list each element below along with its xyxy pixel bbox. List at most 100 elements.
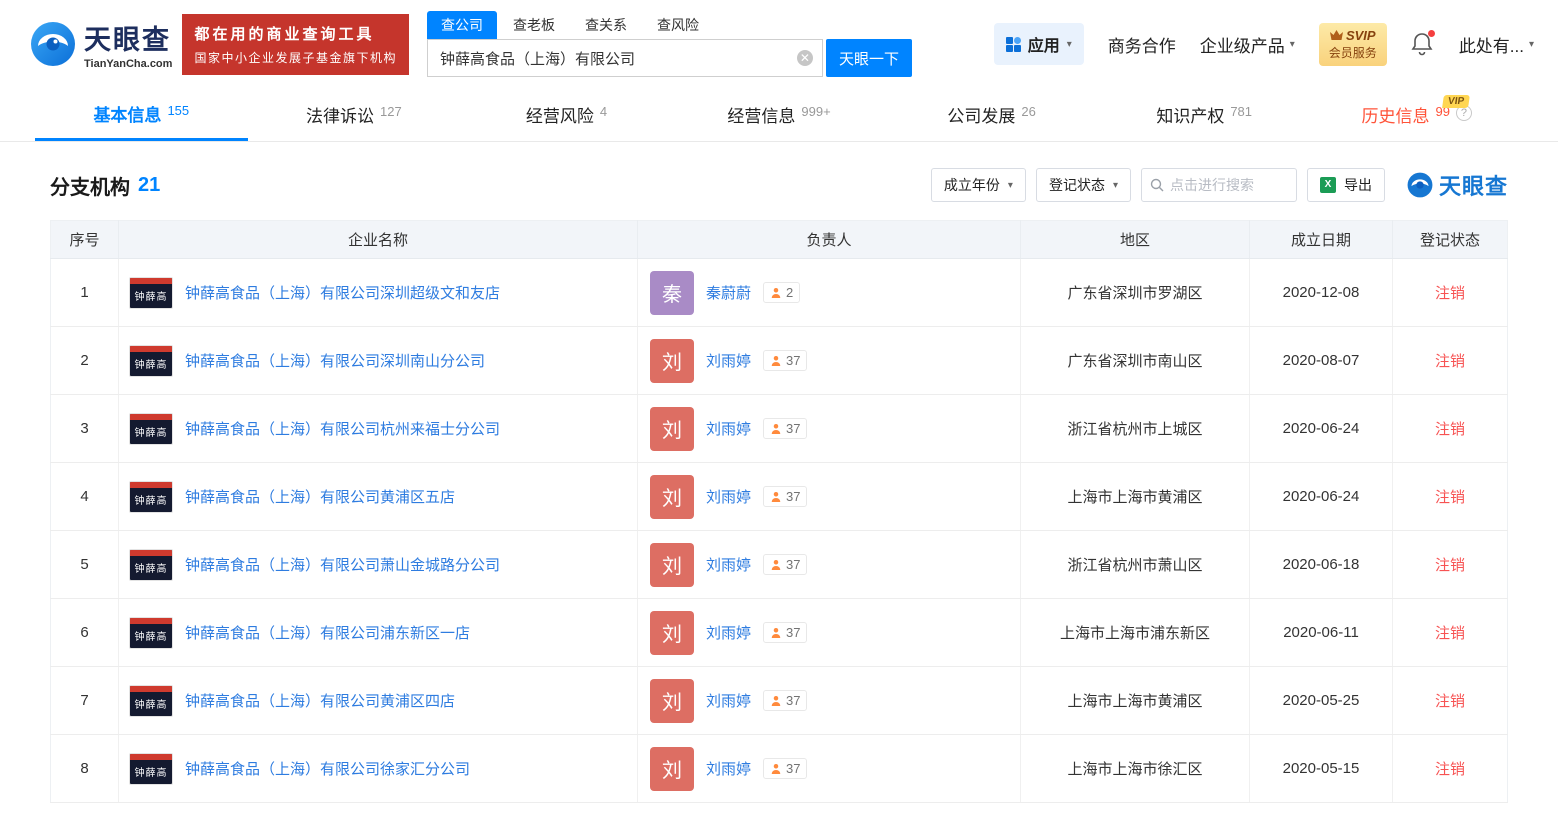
partner-count: 37 — [786, 693, 800, 708]
export-button[interactable]: X 导出 — [1307, 168, 1385, 202]
partner-count: 37 — [786, 761, 800, 776]
tab-legal-proceedings[interactable]: 法律诉讼 127 — [248, 88, 461, 141]
tab-label: 基本信息 — [93, 101, 161, 126]
person-name-link[interactable]: 秦蔚蔚 — [706, 282, 751, 303]
table-search-input[interactable] — [1170, 177, 1280, 193]
company-logo: 钟薛高 — [129, 617, 173, 649]
company-name-link[interactable]: 钟薛高食品（上海）有限公司黄浦区五店 — [185, 486, 455, 507]
partner-count-badge[interactable]: 37 — [763, 350, 807, 371]
person-name-link[interactable]: 刘雨婷 — [706, 690, 751, 711]
crown-icon — [1330, 30, 1343, 40]
partner-count-badge[interactable]: 37 — [763, 418, 807, 439]
company-name-link[interactable]: 钟薛高食品（上海）有限公司黄浦区四店 — [185, 690, 455, 711]
person-avatar[interactable]: 刘 — [650, 747, 694, 791]
partner-count-badge[interactable]: 37 — [763, 554, 807, 575]
person-name-link[interactable]: 刘雨婷 — [706, 554, 751, 575]
person-name-link[interactable]: 刘雨婷 — [706, 350, 751, 371]
search-button[interactable]: 天眼一下 — [826, 39, 912, 77]
chevron-down-icon: ▾ — [1008, 180, 1013, 191]
filter-establish-year[interactable]: 成立年份 ▾ — [931, 168, 1026, 202]
company-name-link[interactable]: 钟薛高食品（上海）有限公司徐家汇分公司 — [185, 758, 470, 779]
company-name-link[interactable]: 钟薛高食品（上海）有限公司浦东新区一店 — [185, 622, 470, 643]
partner-badge-icon — [770, 491, 782, 503]
search-icon — [1150, 178, 1164, 192]
company-logo: 钟薛高 — [129, 685, 173, 717]
table-controls: 成立年份 ▾ 登记状态 ▾ X 导出 — [931, 168, 1508, 202]
watermark-logo: 天眼查 — [1407, 169, 1508, 201]
search-tab-company[interactable]: 查公司 — [427, 11, 497, 39]
person-name-link[interactable]: 刘雨婷 — [706, 758, 751, 779]
region-cell: 浙江省杭州市萧山区 — [1021, 531, 1250, 599]
filter-registration-status[interactable]: 登记状态 ▾ — [1036, 168, 1131, 202]
svip-member-button[interactable]: SVIP 会员服务 — [1319, 23, 1387, 66]
table-header-row: 序号 企业名称 负责人 地区 成立日期 登记状态 — [51, 221, 1508, 259]
company-name-link[interactable]: 钟薛高食品（上海）有限公司萧山金城路分公司 — [185, 554, 500, 575]
tab-operation-risk[interactable]: 经营风险 4 — [460, 88, 673, 141]
partner-badge-icon — [770, 695, 782, 707]
partner-badge-icon — [770, 627, 782, 639]
account-menu[interactable]: 此处有... ▾ — [1459, 32, 1534, 57]
tab-count: 127 — [380, 104, 402, 119]
partner-count: 37 — [786, 353, 800, 368]
tab-intellectual-property[interactable]: 知识产权 781 — [1098, 88, 1311, 141]
person-avatar[interactable]: 刘 — [650, 543, 694, 587]
notification-bell-icon[interactable] — [1411, 32, 1435, 56]
tab-operation-info[interactable]: 经营信息 999+ — [673, 88, 886, 141]
person-avatar[interactable]: 秦 — [650, 271, 694, 315]
row-number: 6 — [51, 599, 119, 667]
search-tab-boss[interactable]: 查老板 — [499, 11, 569, 39]
row-number: 5 — [51, 531, 119, 599]
partner-badge-icon — [770, 423, 782, 435]
row-number: 1 — [51, 259, 119, 327]
partner-count-badge[interactable]: 37 — [763, 690, 807, 711]
search-tab-risk[interactable]: 查风险 — [643, 11, 713, 39]
person-name-link[interactable]: 刘雨婷 — [706, 622, 751, 643]
tab-company-development[interactable]: 公司发展 26 — [885, 88, 1098, 141]
region-cell: 广东省深圳市罗湖区 — [1021, 259, 1250, 327]
main-content: 分支机构 2 1 成立年份 ▾ 登记状态 ▾ — [0, 168, 1558, 803]
person-name-link[interactable]: 刘雨婷 — [706, 418, 751, 439]
region-cell: 上海市上海市徐汇区 — [1021, 735, 1250, 803]
brand-name: 天眼查 — [84, 18, 172, 57]
header: 天眼查 TianYanCha.com 都在用的商业查询工具 国家中小企业发展子基… — [0, 0, 1558, 88]
person-avatar[interactable]: 刘 — [650, 475, 694, 519]
region-cell: 浙江省杭州市上城区 — [1021, 395, 1250, 463]
enterprise-products-menu[interactable]: 企业级产品 ▾ — [1200, 32, 1295, 57]
apps-menu[interactable]: 应用 ▾ — [994, 23, 1084, 65]
person-avatar[interactable]: 刘 — [650, 679, 694, 723]
business-cooperation-link[interactable]: 商务合作 — [1108, 32, 1176, 57]
svip-sublabel: 会员服务 — [1329, 44, 1377, 61]
partner-count-badge[interactable]: 37 — [763, 486, 807, 507]
section-title: 分支机构 — [50, 171, 130, 200]
promo-line2: 国家中小企业发展子基金旗下机构 — [194, 49, 397, 66]
clear-search-icon[interactable]: ✕ — [797, 50, 813, 66]
table-search-box[interactable] — [1141, 168, 1297, 202]
partner-count-badge[interactable]: 37 — [763, 622, 807, 643]
page: 天眼查 TianYanCha.com 都在用的商业查询工具 国家中小企业发展子基… — [0, 0, 1558, 814]
tab-basic-info[interactable]: 基本信息 155 — [35, 88, 248, 141]
partner-count: 37 — [786, 625, 800, 640]
established-date-cell: 2020-08-07 — [1250, 327, 1393, 395]
person-avatar[interactable]: 刘 — [650, 611, 694, 655]
partner-count-badge[interactable]: 2 — [763, 282, 800, 303]
search-input[interactable] — [427, 39, 823, 77]
company-name-link[interactable]: 钟薛高食品（上海）有限公司深圳南山分公司 — [185, 350, 485, 371]
search-tab-relation[interactable]: 查关系 — [571, 11, 641, 39]
status-cell: 注销 — [1393, 531, 1508, 599]
partner-count-badge[interactable]: 37 — [763, 758, 807, 779]
col-header-status: 登记状态 — [1393, 221, 1508, 259]
company-name-link[interactable]: 钟薛高食品（上海）有限公司杭州来福士分公司 — [185, 418, 500, 439]
person-avatar[interactable]: 刘 — [650, 407, 694, 451]
person-name-link[interactable]: 刘雨婷 — [706, 486, 751, 507]
established-date-cell: 2020-05-25 — [1250, 667, 1393, 735]
partner-badge-icon — [770, 559, 782, 571]
tab-history-info[interactable]: VIP 历史信息 99 ? — [1310, 88, 1523, 141]
partner-count: 37 — [786, 489, 800, 504]
tianyancha-logo[interactable]: 天眼查 TianYanCha.com — [30, 18, 172, 70]
established-date-cell: 2020-06-18 — [1250, 531, 1393, 599]
person-avatar[interactable]: 刘 — [650, 339, 694, 383]
partner-badge-icon — [770, 287, 782, 299]
status-cell: 注销 — [1393, 599, 1508, 667]
tab-label: 历史信息 — [1362, 102, 1430, 127]
company-name-link[interactable]: 钟薛高食品（上海）有限公司深圳超级文和友店 — [185, 282, 500, 303]
